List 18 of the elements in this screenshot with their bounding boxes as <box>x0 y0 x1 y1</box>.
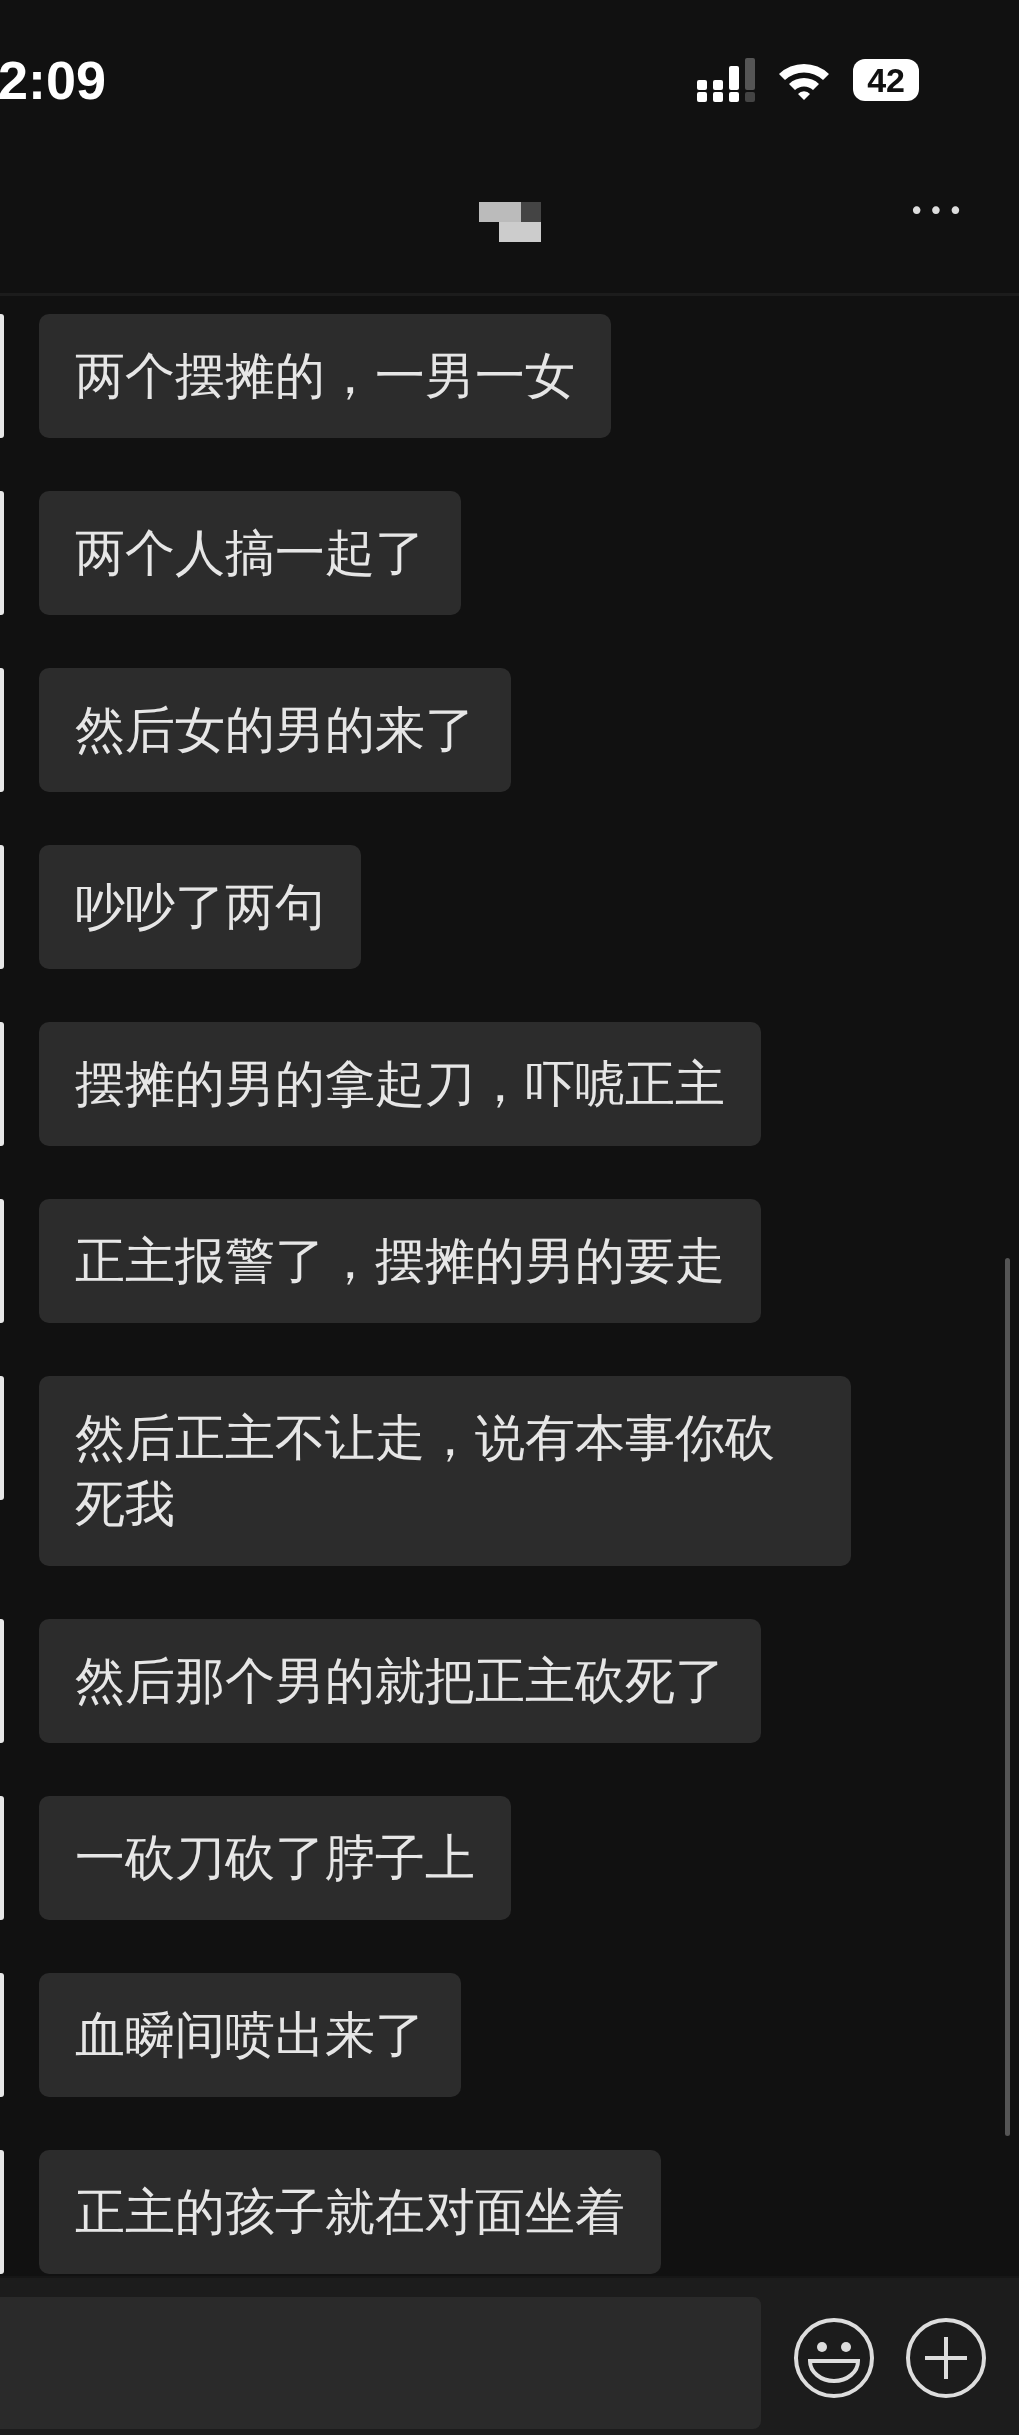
message-bubble: 吵吵了两句 <box>39 845 361 969</box>
more-button[interactable]: ••• <box>909 196 967 226</box>
message-bubble: 摆摊的男的拿起刀，吓唬正主 <box>39 1022 761 1146</box>
signal-icon <box>697 58 756 102</box>
message-bubble: 血瞬间喷出来了 <box>39 1973 461 2097</box>
battery-level: 42 <box>853 59 919 101</box>
message-bubble: 一砍刀砍了脖子上 <box>39 1796 511 1920</box>
emoji-icon[interactable] <box>793 2316 875 2399</box>
message-bubble: 正主报警了，摆摊的男的要走 <box>39 1199 761 1323</box>
message-bubble: 两个摆摊的，一男一女 <box>39 314 611 438</box>
message-bubble: 然后正主不让走，说有本事你砍死我 <box>39 1376 851 1566</box>
mosaic-icon <box>478 201 541 242</box>
message-bubble: 然后女的男的来了 <box>39 668 511 792</box>
message-bubble: 两个人搞一起了 <box>39 491 461 615</box>
message-bubble: 正主的孩子就在对面坐着 <box>39 2150 661 2274</box>
message-bubble: 然后那个男的就把正主砍死了 <box>39 1619 761 1743</box>
status-time: 2:09 <box>0 49 107 111</box>
plus-icon[interactable] <box>905 2316 987 2399</box>
